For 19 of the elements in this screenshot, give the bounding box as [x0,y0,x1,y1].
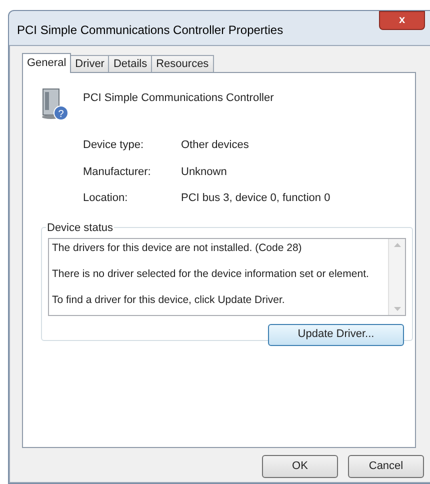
property-label: Device type: [83,138,145,153]
property-label: Location: [83,191,129,206]
property-value: Unknown [181,164,228,180]
tab[interactable]: Resources [151,55,214,72]
scroll-down-icon[interactable] [394,306,400,310]
cancel-button[interactable]: Cancel [348,455,424,478]
window-title: PCI Simple Communications Controller Properties [17,22,284,39]
tab[interactable]: General [22,53,72,73]
property-label: Manufacturer: [83,164,152,180]
tab[interactable]: Details [108,55,152,72]
tab[interactable]: Driver [70,55,110,72]
property-value: PCI bus 3, device 0, function 0 [181,191,332,206]
update-driver-button[interactable]: Update Driver... [268,324,404,346]
ok-button[interactable]: OK [262,455,338,478]
scroll-up-icon[interactable] [394,242,400,246]
property-value: Other devices [181,138,250,153]
device-name: PCI Simple Communications Controller [83,91,274,106]
close-button[interactable]: x [379,11,425,30]
scrollbar[interactable] [388,238,405,314]
